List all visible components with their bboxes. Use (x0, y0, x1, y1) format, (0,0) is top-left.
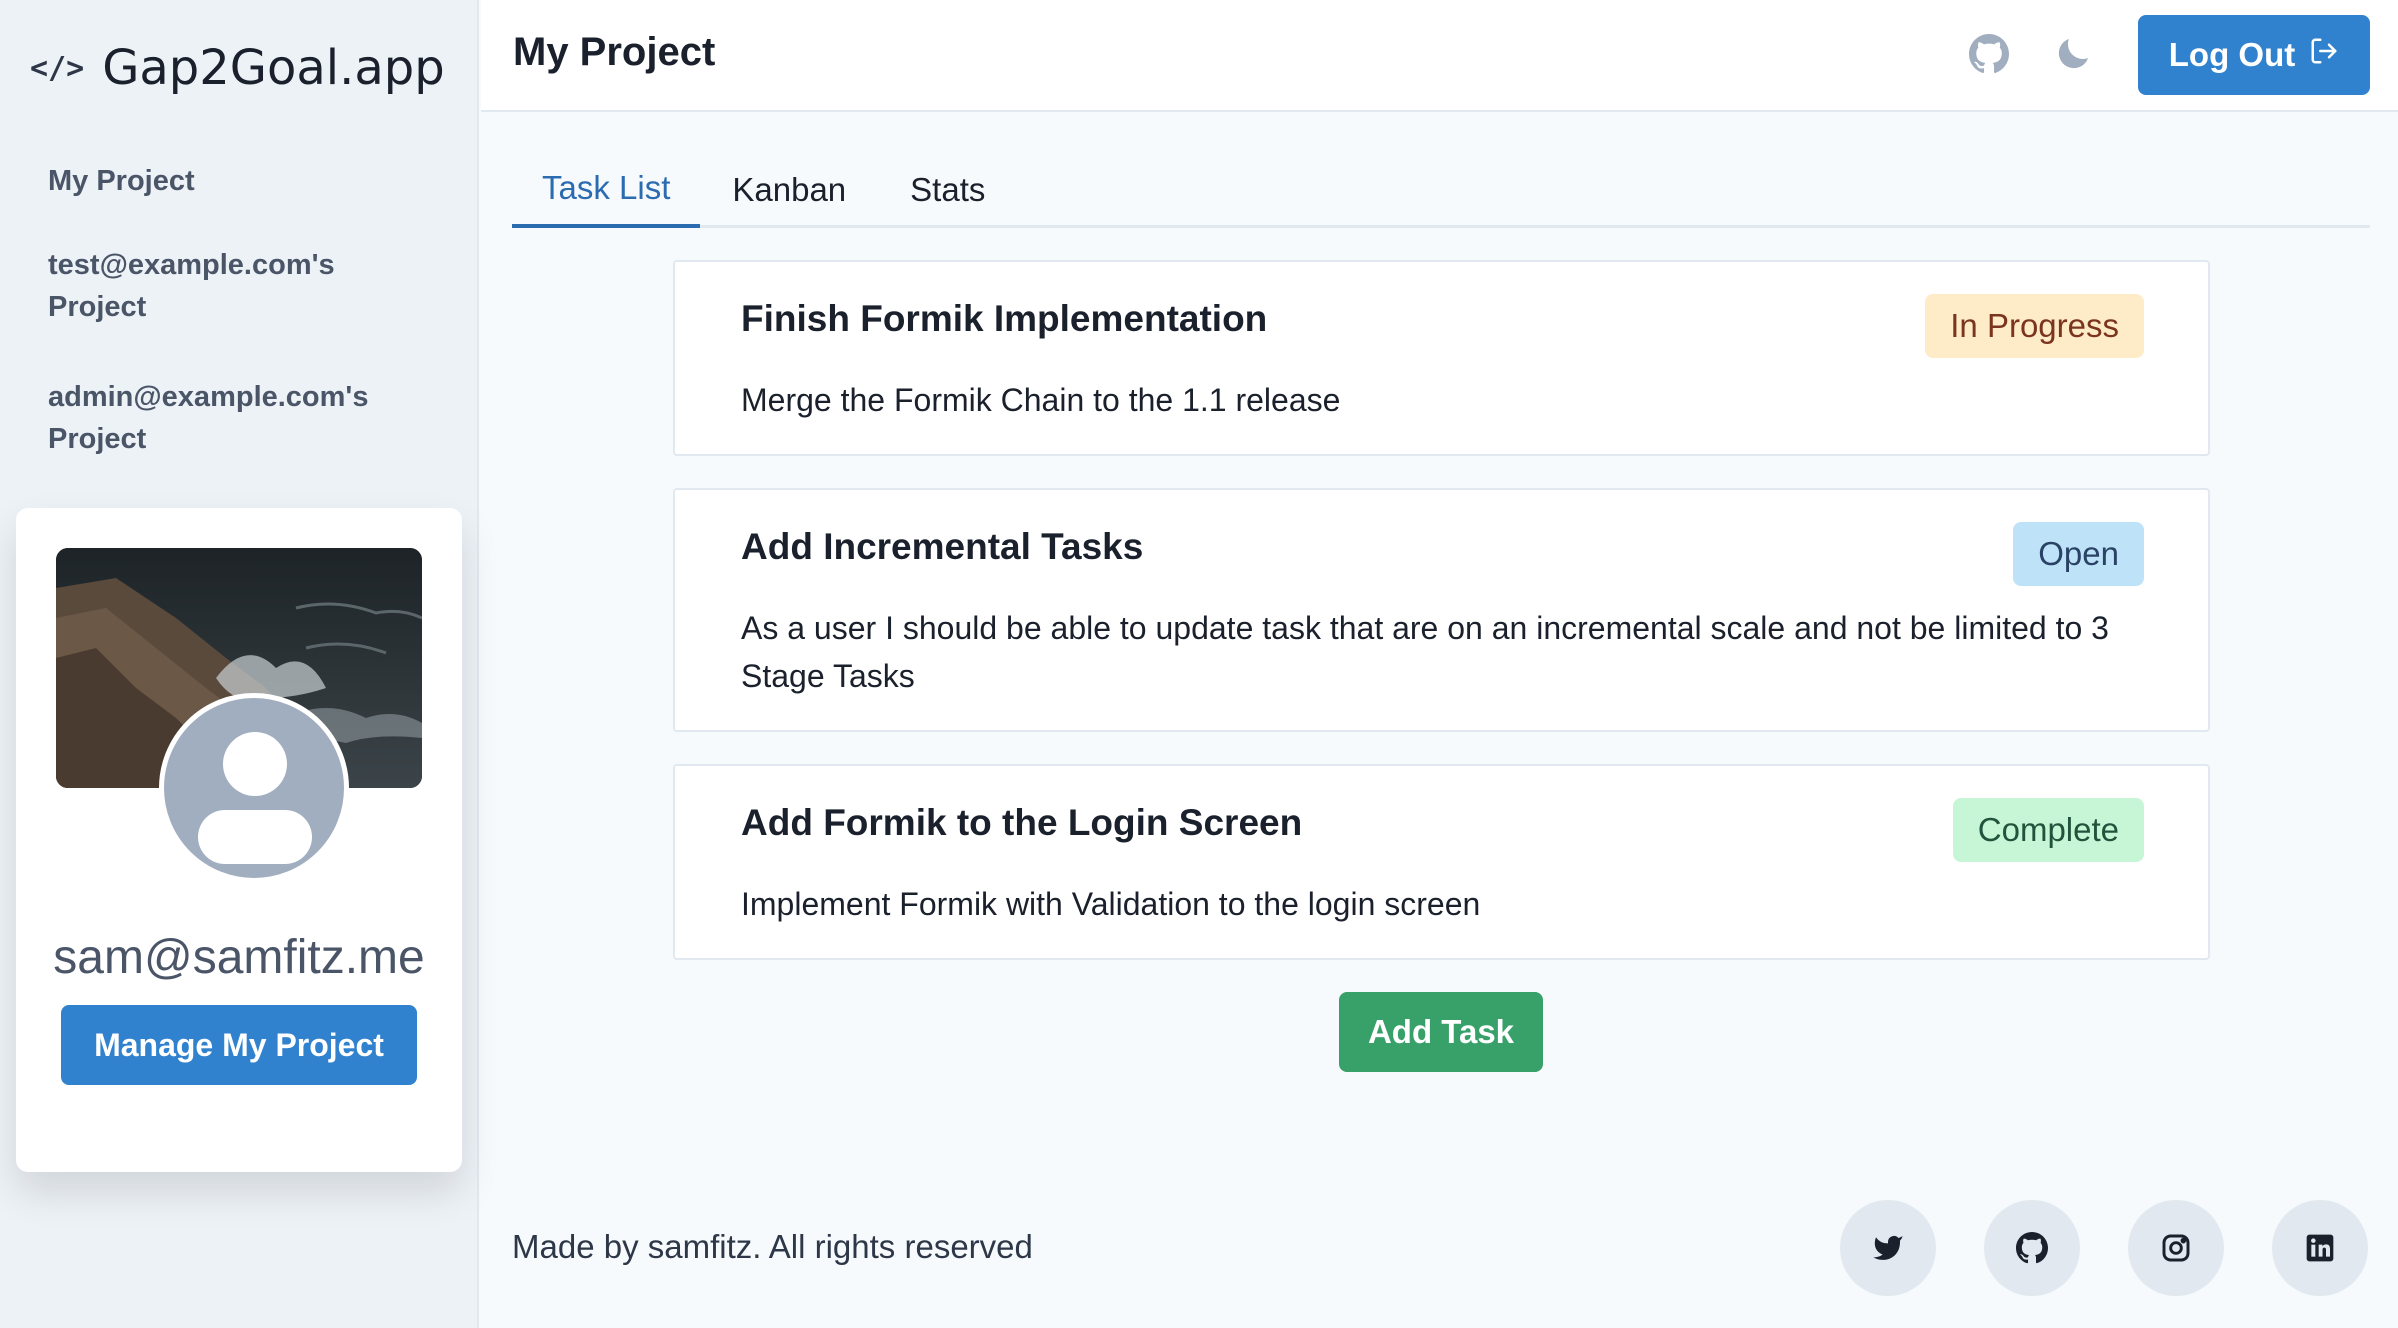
logout-button[interactable]: Log Out (2138, 15, 2370, 95)
task-description: As a user I should be able to update tas… (741, 610, 2109, 694)
tab-kanban[interactable]: Kanban (700, 152, 878, 228)
page-title: My Project (513, 30, 716, 74)
status-badge: Complete (1952, 798, 2144, 862)
moon-icon[interactable] (2053, 34, 2097, 78)
brand[interactable]: </> Gap2Goal.app (30, 40, 445, 96)
add-task-button[interactable]: Add Task (1339, 992, 1543, 1072)
task-card[interactable]: Add Incremental Tasks Open As a user I s… (673, 488, 2210, 732)
linkedin-icon[interactable] (2272, 1200, 2368, 1296)
status-badge: In Progress (1925, 294, 2144, 358)
footer-text: Made by samfitz. All rights reserved (512, 1228, 1033, 1265)
instagram-icon[interactable] (2128, 1200, 2224, 1296)
tab-stats[interactable]: Stats (878, 152, 1017, 228)
sidebar-item-my-project[interactable]: My Project (48, 160, 448, 202)
task-card[interactable]: Add Formik to the Login Screen Complete … (673, 764, 2210, 960)
avatar-head (223, 732, 287, 796)
avatar (159, 693, 349, 883)
task-title: Finish Formik Implementation (741, 298, 1268, 339)
task-card[interactable]: Finish Formik Implementation In Progress… (673, 260, 2210, 456)
tab-task-list[interactable]: Task List (512, 152, 701, 228)
sidebar-nav: My Project test@example.com's Project ad… (48, 160, 448, 508)
twitter-icon[interactable] (1840, 1200, 1936, 1296)
profile-card: sam@samfitz.me Manage My Project (16, 508, 462, 1172)
code-icon: </> (30, 50, 85, 86)
sidebar-item-test-project[interactable]: test@example.com's Project (48, 244, 348, 328)
github-icon[interactable] (1984, 1200, 2080, 1296)
sidebar-item-admin-project[interactable]: admin@example.com's Project (48, 376, 378, 460)
task-description: Merge the Formik Chain to the 1.1 releas… (741, 382, 1341, 418)
avatar-body (198, 810, 312, 864)
task-description: Implement Formik with Validation to the … (741, 886, 1481, 922)
task-title: Add Incremental Tasks (741, 526, 1144, 567)
sign-out-icon (2309, 36, 2339, 74)
logout-label: Log Out (2168, 36, 2296, 73)
profile-email: sam@samfitz.me (53, 931, 425, 984)
sidebar: </> Gap2Goal.app My Project test@example… (0, 0, 479, 1328)
github-icon[interactable] (1969, 34, 2013, 78)
brand-name: Gap2Goal.app (102, 40, 445, 96)
header: My Project Log Out (481, 0, 2398, 112)
status-badge: Open (2013, 522, 2144, 586)
task-title: Add Formik to the Login Screen (741, 802, 1303, 843)
manage-project-button[interactable]: Manage My Project (61, 1005, 417, 1085)
tab-bar: Task List Kanban Stats (512, 152, 2370, 228)
